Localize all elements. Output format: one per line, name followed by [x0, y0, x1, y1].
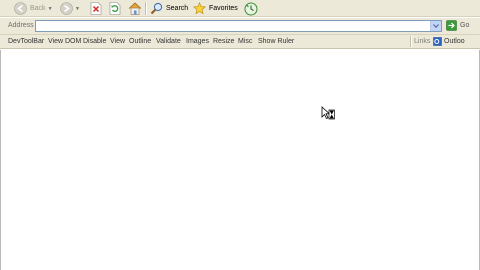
- search-button[interactable]: Search: [150, 1, 188, 16]
- devtoolbar-validate[interactable]: Validate: [156, 38, 181, 45]
- devtoolbar-show-ruler[interactable]: Show Ruler: [258, 38, 294, 45]
- devtoolbar-view-dom[interactable]: View DOM: [48, 38, 81, 45]
- devtoolbar-images[interactable]: Images: [186, 38, 209, 45]
- devtoolbar-title[interactable]: DevToolBar: [8, 38, 44, 45]
- devtoolbar: DevToolBar View DOM Disable View Outline…: [0, 35, 480, 49]
- stop-icon: [90, 2, 102, 15]
- back-arrow-icon: [14, 2, 27, 15]
- outlook-link[interactable]: Outloo: [433, 37, 465, 46]
- search-icon: [150, 2, 163, 15]
- refresh-button[interactable]: [109, 1, 121, 16]
- back-button[interactable]: Back ▼: [14, 1, 53, 16]
- page-content-area[interactable]: [0, 50, 480, 270]
- standard-toolbar: Back ▼ ▼ Search Favorites: [0, 0, 480, 17]
- forward-dropdown-icon[interactable]: ▼: [75, 6, 80, 12]
- devtoolbar-misc[interactable]: Misc: [238, 38, 252, 45]
- busy-cursor-icon: [321, 106, 335, 120]
- go-label: Go: [460, 22, 470, 29]
- address-label: Address: [8, 22, 34, 29]
- home-icon: [128, 2, 142, 15]
- back-label: Back: [30, 5, 46, 12]
- address-input[interactable]: [35, 20, 442, 32]
- outlook-label: Outloo: [444, 38, 465, 45]
- history-icon: [244, 2, 258, 15]
- devtoolbar-resize[interactable]: Resize: [213, 38, 234, 45]
- history-button[interactable]: [244, 1, 258, 16]
- forward-button[interactable]: ▼: [60, 1, 80, 16]
- go-button[interactable]: Go: [446, 20, 469, 31]
- address-dropdown-button[interactable]: [430, 21, 441, 31]
- devtoolbar-outline[interactable]: Outline: [129, 38, 151, 45]
- chevron-down-icon: [433, 24, 439, 28]
- favorites-label: Favorites: [209, 5, 238, 12]
- outlook-icon: [433, 37, 442, 46]
- favorites-button[interactable]: Favorites: [193, 1, 238, 16]
- back-dropdown-icon[interactable]: ▼: [48, 6, 53, 12]
- address-bar: Address Go: [0, 18, 480, 35]
- links-label[interactable]: Links: [414, 38, 430, 45]
- go-arrow-icon: [446, 20, 457, 31]
- search-label: Search: [166, 5, 189, 12]
- stop-button[interactable]: [90, 1, 102, 16]
- devtoolbar-disable[interactable]: Disable: [83, 38, 106, 45]
- devtoolbar-view[interactable]: View: [110, 38, 125, 45]
- refresh-icon: [109, 2, 121, 15]
- favorites-star-icon: [193, 2, 206, 15]
- home-button[interactable]: [128, 1, 142, 16]
- forward-arrow-icon: [60, 2, 73, 15]
